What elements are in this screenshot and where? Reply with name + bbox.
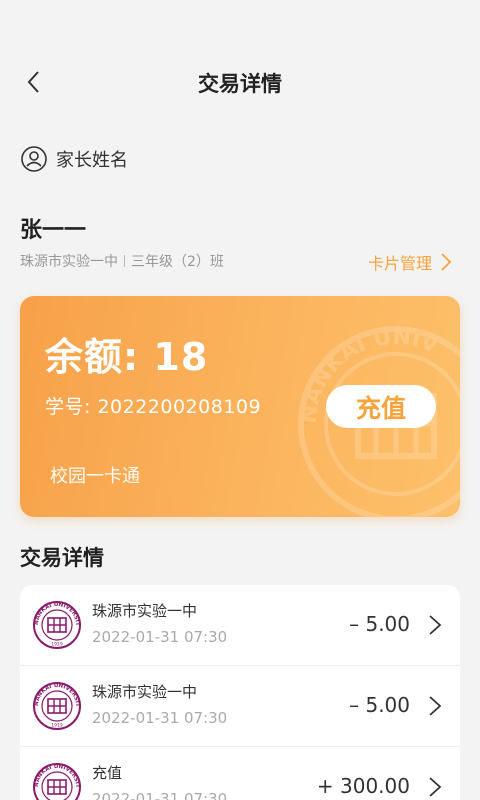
student-info: 珠源市实验一中 三年级（2）班 — [20, 251, 224, 271]
transaction-item[interactable]: NANKAI UNIVERSITY 1919 珠源市实验一中 2022-01-3… — [20, 666, 460, 747]
university-logo-icon: NANKAI UNIVERSITY 1919 — [32, 681, 81, 730]
transaction-time: 2022-01-31 07:30 — [92, 790, 228, 800]
transaction-time: 2022-01-31 07:30 — [92, 628, 228, 646]
transaction-list: NANKAI UNIVERSITY 1919 珠源市实验一中 2022-01-3… — [20, 585, 460, 800]
transactions-title: 交易详情 — [20, 546, 104, 570]
page: 交易详情 家长姓名 张一一 珠源市实验一中 三年级（2）班 卡片管理 NANKA… — [0, 0, 480, 800]
logo-year: 1919 — [51, 642, 63, 648]
merchant-name: 充值 — [92, 764, 123, 782]
user-circle-icon — [21, 146, 47, 172]
recharge-button[interactable]: 充值 — [326, 385, 436, 428]
transaction-amount: – 5.00 — [349, 612, 410, 636]
student-number: 学号: 2022200208109 — [45, 396, 262, 418]
divider — [124, 255, 125, 267]
chevron-right-icon — [429, 777, 442, 797]
card-manage-link[interactable]: 卡片管理 — [368, 250, 452, 274]
parent-name-label: 家长姓名 — [56, 150, 128, 171]
class-name: 三年级（2）班 — [131, 254, 224, 270]
school-name: 珠源市实验一中 — [20, 254, 118, 270]
balance-text: 余额: 18 — [45, 335, 209, 379]
campus-card: NANKAI UNIV 余额: 18 学号: 2022200208109 充值 … — [20, 296, 460, 517]
parent-row[interactable]: 家长姓名 — [20, 145, 128, 173]
transaction-time: 2022-01-31 07:30 — [92, 709, 228, 727]
page-title: 交易详情 — [198, 72, 282, 96]
top-bar: 交易详情 — [0, 52, 480, 112]
chevron-right-icon — [429, 696, 442, 716]
university-logo-icon: NANKAI UNIVERSITY 1919 — [32, 600, 81, 649]
transaction-item[interactable]: NANKAI UNIVERSITY 1919 充值 2022-01-31 07:… — [20, 747, 460, 800]
transaction-item[interactable]: NANKAI UNIVERSITY 1919 珠源市实验一中 2022-01-3… — [20, 585, 460, 666]
transaction-amount: – 5.00 — [349, 693, 410, 717]
card-manage-label: 卡片管理 — [367, 254, 432, 273]
chevron-right-icon — [441, 253, 452, 271]
transaction-amount: + 300.00 — [316, 774, 410, 798]
university-logo-icon: NANKAI UNIVERSITY 1919 — [32, 762, 81, 800]
merchant-name: 珠源市实验一中 — [92, 602, 198, 620]
card-type-label: 校园一卡通 — [50, 466, 140, 487]
merchant-name: 珠源市实验一中 — [92, 683, 198, 701]
chevron-right-icon — [429, 615, 442, 635]
logo-year: 1919 — [51, 723, 63, 729]
student-name: 张一一 — [20, 218, 87, 243]
